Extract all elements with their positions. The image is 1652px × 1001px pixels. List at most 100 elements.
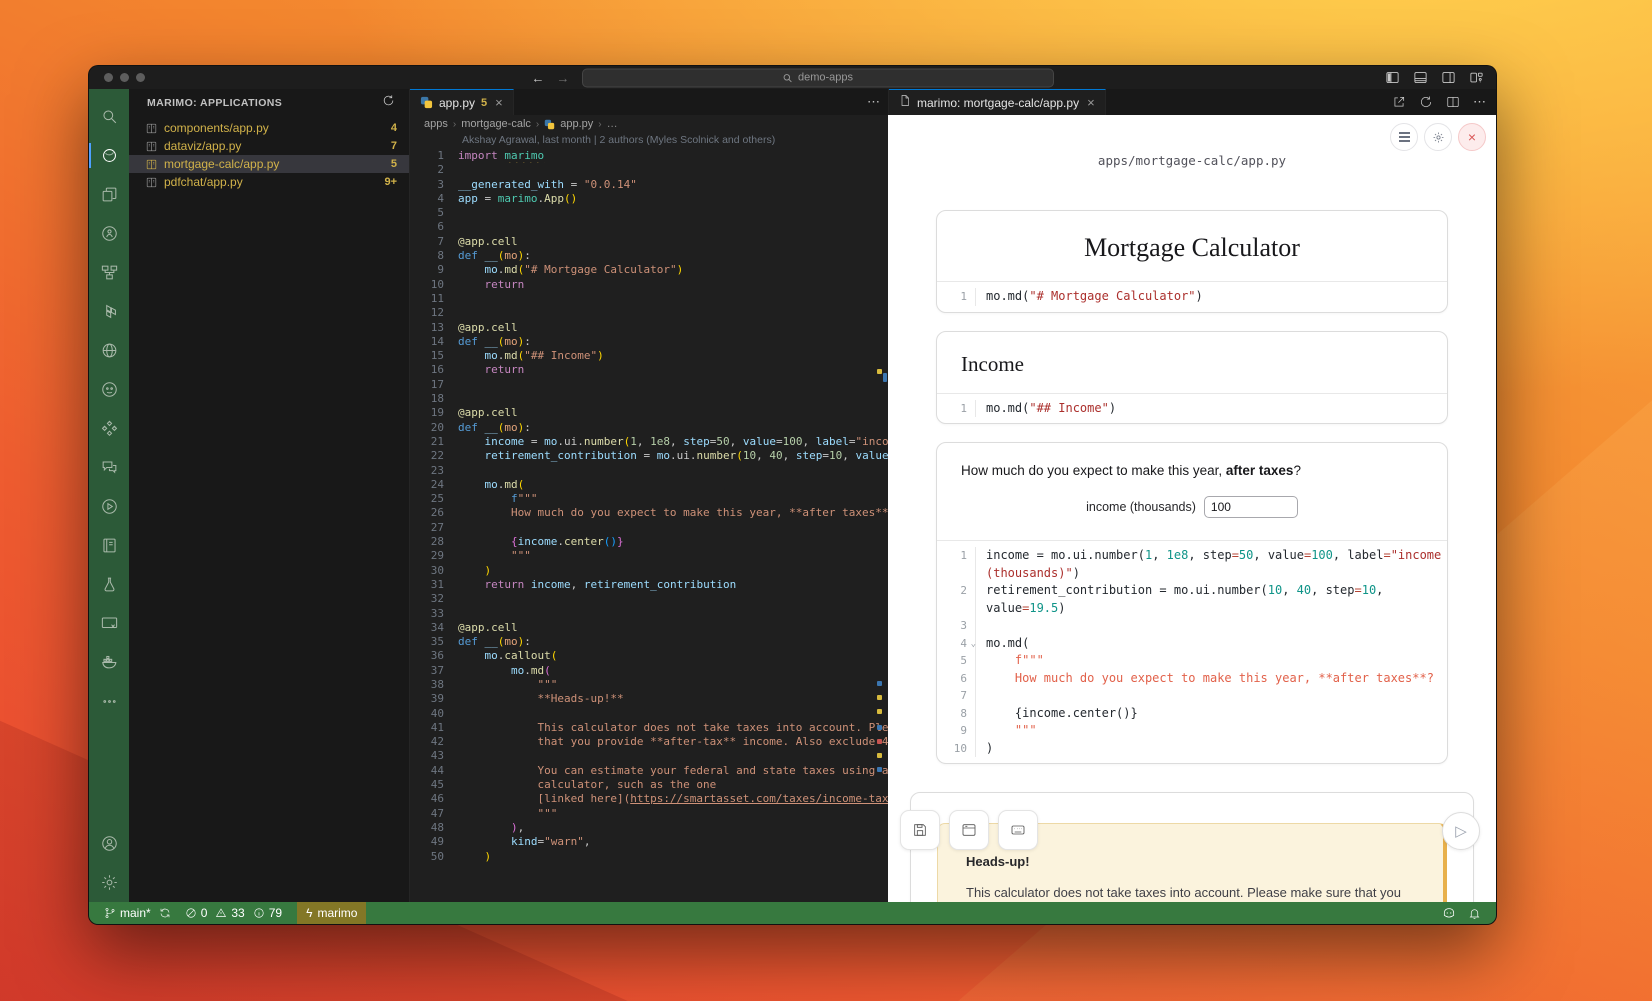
breadcrumb-item[interactable]: … bbox=[607, 118, 618, 130]
code-line[interactable]: 35def __(mo): bbox=[410, 635, 888, 649]
toggle-secondary-sidebar-icon[interactable] bbox=[1441, 70, 1456, 85]
code-line[interactable]: 26 How much do you expect to make this y… bbox=[410, 506, 888, 520]
code-line[interactable]: 10 return bbox=[410, 278, 888, 292]
code-line[interactable]: 20def __(mo): bbox=[410, 421, 888, 435]
code-line[interactable]: 43 bbox=[410, 749, 888, 763]
activity-globe-icon[interactable] bbox=[89, 331, 129, 370]
sidebar-item-dataviz-app-py[interactable]: dataviz/app.py7 bbox=[129, 137, 409, 155]
code-line[interactable]: 7@app.cell bbox=[410, 235, 888, 249]
activity-account-icon[interactable] bbox=[89, 824, 129, 863]
activity-copy-icon[interactable] bbox=[89, 175, 129, 214]
activity-github-icon[interactable] bbox=[89, 370, 129, 409]
tab-close-icon[interactable]: × bbox=[495, 95, 503, 110]
split-editor-icon[interactable] bbox=[1446, 95, 1460, 109]
zoom-window-icon[interactable] bbox=[136, 73, 145, 82]
breadcrumb-item[interactable]: apps bbox=[424, 118, 448, 130]
marimo-status-badge[interactable]: ϟ marimo bbox=[297, 902, 366, 924]
code-line[interactable]: 1import marimo bbox=[410, 149, 888, 163]
activity-more-icon[interactable] bbox=[89, 682, 129, 721]
activity-run-circle-icon[interactable] bbox=[89, 487, 129, 526]
run-app-button[interactable]: ▷ bbox=[1442, 812, 1480, 850]
code-line[interactable]: 27 bbox=[410, 521, 888, 535]
notifications-item[interactable] bbox=[1463, 907, 1486, 920]
code-line[interactable]: 36 mo.callout( bbox=[410, 649, 888, 663]
code-line[interactable]: 31 return income, retirement_contributio… bbox=[410, 578, 888, 592]
open-external-icon[interactable] bbox=[1392, 95, 1406, 109]
preview-code-line[interactable]: 8 {income.center()} bbox=[937, 705, 1447, 723]
code-line[interactable]: 15 mo.md("## Income") bbox=[410, 349, 888, 363]
code-line[interactable]: 34@app.cell bbox=[410, 621, 888, 635]
preview-code-line[interactable]: 1mo.md("## Income") bbox=[937, 400, 1447, 418]
activity-terraform-icon[interactable] bbox=[89, 292, 129, 331]
preview-code-line[interactable]: 2retirement_contribution = mo.ui.number(… bbox=[937, 582, 1447, 617]
refresh-icon[interactable] bbox=[382, 94, 395, 112]
preview-code-line[interactable]: 9 """ bbox=[937, 722, 1447, 740]
activity-remote-window-icon[interactable] bbox=[89, 604, 129, 643]
preview-code-line[interactable]: 6 How much do you expect to make this ye… bbox=[937, 670, 1447, 688]
code-line[interactable]: 4app = marimo.App() bbox=[410, 192, 888, 206]
sidebar-item-mortgage-calc-app-py[interactable]: mortgage-calc/app.py5 bbox=[129, 155, 409, 173]
code-line[interactable]: 38 """ bbox=[410, 678, 888, 692]
code-line[interactable]: 21 income = mo.ui.number(1, 1e8, step=50… bbox=[410, 435, 888, 449]
code-line[interactable]: 14def __(mo): bbox=[410, 335, 888, 349]
income-number-input[interactable] bbox=[1204, 496, 1298, 518]
code-line[interactable]: 40 bbox=[410, 707, 888, 721]
tab-app-py[interactable]: app.py 5 × bbox=[410, 89, 514, 115]
customize-layout-icon[interactable] bbox=[1469, 70, 1484, 85]
save-button[interactable] bbox=[900, 810, 940, 850]
preview-code-line[interactable]: 4⌄mo.md( bbox=[937, 635, 1447, 653]
code-line[interactable]: 48 ), bbox=[410, 821, 888, 835]
preview-code-line[interactable]: 7 bbox=[937, 687, 1447, 705]
code-line[interactable]: 17 bbox=[410, 378, 888, 392]
code-line[interactable]: 44 You can estimate your federal and sta… bbox=[410, 764, 888, 778]
open-app-button[interactable] bbox=[949, 810, 989, 850]
code-line[interactable]: 50 ) bbox=[410, 850, 888, 864]
code-line[interactable]: 49 kind="warn", bbox=[410, 835, 888, 849]
menu-button[interactable] bbox=[1390, 123, 1418, 151]
command-center-search[interactable]: demo-apps bbox=[582, 68, 1054, 87]
breadcrumb[interactable]: apps›mortgage-calc›app.py›… bbox=[410, 115, 888, 133]
keyboard-shortcuts-button[interactable] bbox=[998, 810, 1038, 850]
code-line[interactable]: 9 mo.md("# Mortgage Calculator") bbox=[410, 263, 888, 277]
code-line[interactable]: 19@app.cell bbox=[410, 406, 888, 420]
traffic-lights[interactable] bbox=[104, 73, 145, 82]
code-line[interactable]: 46 [linked here](https://smartasset.com/… bbox=[410, 792, 888, 806]
activity-org-chart-icon[interactable] bbox=[89, 253, 129, 292]
breadcrumb-item[interactable]: app.py bbox=[560, 118, 593, 130]
code-line[interactable]: 16 return bbox=[410, 363, 888, 377]
code-line[interactable]: 23 bbox=[410, 464, 888, 478]
preview-code-line[interactable]: 1mo.md("# Mortgage Calculator") bbox=[937, 288, 1447, 306]
toggle-panel-icon[interactable] bbox=[1413, 70, 1428, 85]
code-line[interactable]: 39 **Heads-up!** bbox=[410, 692, 888, 706]
tab-close-icon[interactable]: × bbox=[1087, 95, 1095, 110]
code-line[interactable]: 45 calculator, such as the one bbox=[410, 778, 888, 792]
code-line[interactable]: 6 bbox=[410, 220, 888, 234]
code-line[interactable]: 13@app.cell bbox=[410, 321, 888, 335]
cell-code[interactable]: 1mo.md("# Mortgage Calculator") bbox=[937, 281, 1447, 312]
code-line[interactable]: 11 bbox=[410, 292, 888, 306]
code-line[interactable]: 29 """ bbox=[410, 549, 888, 563]
code-line[interactable]: 18 bbox=[410, 392, 888, 406]
code-line[interactable]: 33 bbox=[410, 607, 888, 621]
activity-test-flask-icon[interactable] bbox=[89, 565, 129, 604]
git-branch-item[interactable]: main* bbox=[99, 902, 176, 924]
activity-notebook-icon[interactable] bbox=[89, 526, 129, 565]
code-line[interactable]: 47 """ bbox=[410, 807, 888, 821]
code-line[interactable]: 2 bbox=[410, 163, 888, 177]
code-line[interactable]: 41 This calculator does not take taxes i… bbox=[410, 721, 888, 735]
activity-search-icon[interactable] bbox=[89, 97, 129, 136]
close-window-icon[interactable] bbox=[104, 73, 113, 82]
code-line[interactable]: 12 bbox=[410, 306, 888, 320]
preview-code-line[interactable]: 10) bbox=[937, 740, 1447, 758]
back-arrow-icon[interactable]: ← bbox=[532, 71, 545, 84]
activity-marimo-icon[interactable] bbox=[89, 136, 129, 175]
code-line[interactable]: 8def __(mo): bbox=[410, 249, 888, 263]
code-line[interactable]: 3__generated_with = "0.0.14" bbox=[410, 178, 888, 192]
minimize-window-icon[interactable] bbox=[120, 73, 129, 82]
settings-button[interactable] bbox=[1424, 123, 1452, 151]
copilot-item[interactable] bbox=[1437, 906, 1461, 920]
toggle-sidebar-icon[interactable] bbox=[1385, 70, 1400, 85]
cell-code[interactable]: 1mo.md("## Income") bbox=[937, 393, 1447, 424]
code-line[interactable]: 37 mo.md( bbox=[410, 664, 888, 678]
code-line[interactable]: 30 ) bbox=[410, 564, 888, 578]
